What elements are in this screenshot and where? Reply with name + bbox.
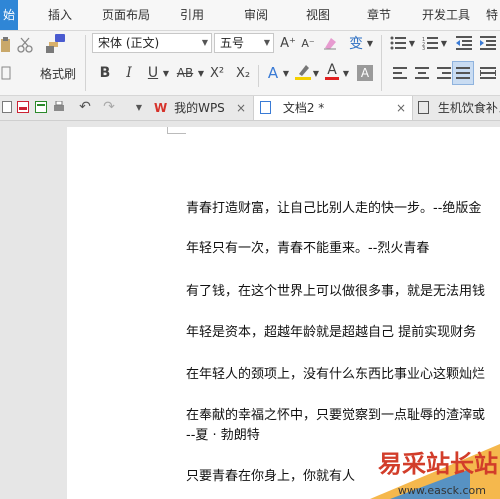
font-color-button[interactable]: A	[323, 61, 341, 81]
grow-font-button[interactable]: A⁺	[279, 33, 297, 53]
document-line[interactable]: 只要青春在你身上，你就有人	[186, 465, 355, 484]
chevron-down-icon[interactable]: ▼	[439, 33, 449, 53]
chevron-down-icon[interactable]: ▼	[161, 63, 171, 83]
wps-logo-icon: W	[154, 101, 168, 115]
font-name-select[interactable]: 宋体 (正文) ▼	[92, 33, 212, 53]
copy-icon[interactable]	[0, 65, 12, 81]
font-color-bar	[325, 76, 339, 80]
new-document-icon[interactable]	[0, 100, 14, 114]
phonetic-guide-button[interactable]: 变	[348, 33, 364, 53]
document-line[interactable]: 在年轻人的颈项上，没有什么东西比事业心这颗灿烂	[186, 363, 485, 382]
document-line[interactable]: 年轻是资本，超越年龄就是超越自己 提前实现财务	[186, 321, 476, 340]
tab-document-2[interactable]: 文档2 * ×	[253, 96, 413, 120]
numbered-list-icon[interactable]: 123	[420, 33, 440, 53]
shrink-font-button[interactable]: A⁻	[299, 33, 317, 53]
italic-button[interactable]: I	[120, 63, 138, 83]
open-pdf-icon[interactable]	[16, 100, 30, 114]
align-right-icon[interactable]	[434, 63, 454, 83]
tab-section[interactable]: 章节	[357, 0, 401, 30]
chevron-down-icon: ▼	[201, 38, 208, 47]
tab-page-layout[interactable]: 页面布局	[96, 0, 156, 30]
character-shading-button[interactable]: A	[356, 63, 374, 83]
document-icon	[418, 101, 429, 114]
paste-icon[interactable]	[0, 35, 12, 55]
undo-icon[interactable]: ↶	[78, 99, 92, 115]
print-preview-icon[interactable]	[34, 100, 48, 114]
bold-button[interactable]: B	[96, 63, 114, 83]
tab-document-3-label: 生机饮食补え	[437, 101, 500, 115]
tab-start[interactable]: 始	[0, 0, 18, 30]
document-tab-strip: ↶ ↷ ▼ W 我的WPS × 文档2 * × 生机饮食补え	[0, 96, 500, 121]
format-painter-label[interactable]: 格式刷	[40, 65, 76, 82]
chevron-down-icon[interactable]: ▼	[196, 63, 206, 83]
increase-indent-icon[interactable]	[478, 33, 498, 53]
chevron-down-icon[interactable]: ▼	[281, 63, 291, 83]
separator	[258, 65, 259, 87]
document-line[interactable]: 青春打造财富，让自己比别人走的快一步。--绝版金	[186, 197, 481, 216]
chevron-down-icon: ▼	[263, 38, 270, 47]
font-color-glyph: A	[327, 61, 337, 78]
separator	[381, 35, 382, 91]
svg-text:3: 3	[422, 46, 425, 50]
strikethrough-button[interactable]: AB	[174, 63, 196, 83]
watermark-title: 易采站长站	[378, 449, 498, 478]
font-size-value: 五号	[220, 36, 245, 50]
tab-developer[interactable]: 开发工具	[416, 0, 476, 30]
close-icon[interactable]: ×	[236, 96, 246, 120]
decrease-indent-icon[interactable]	[454, 33, 474, 53]
tab-special[interactable]: 特	[484, 0, 500, 30]
chevron-down-icon[interactable]: ▼	[365, 33, 375, 53]
ribbon-toolbar: 格式刷 宋体 (正文) ▼ 五号 ▼ A⁺ A⁻ 变 ▼ B I U ▼ AB …	[0, 31, 500, 96]
tab-document-3[interactable]: 生机饮食补え	[416, 96, 500, 120]
tab-references[interactable]: 引用	[170, 0, 214, 30]
separator	[85, 35, 86, 91]
align-center-icon[interactable]	[412, 63, 432, 83]
chevron-down-icon[interactable]: ▼	[311, 63, 321, 83]
document-line[interactable]: 年轻只有一次，青春不能重来。--烈火青春	[186, 237, 429, 256]
redo-icon[interactable]: ↷	[102, 99, 116, 115]
document-line[interactable]: --夏 · 勃朗特	[186, 424, 260, 443]
underline-button[interactable]: U	[144, 63, 162, 83]
text-effect-button[interactable]: A	[264, 63, 282, 83]
tab-my-wps-label: 我的WPS	[174, 101, 225, 115]
margin-corner-mark	[167, 127, 186, 134]
subscript-button[interactable]: X₂	[232, 63, 254, 83]
chevron-down-icon[interactable]: ▼	[132, 100, 146, 114]
watermark-url: www.easck.com	[397, 484, 486, 497]
distributed-align-icon[interactable]	[478, 63, 498, 83]
print-icon[interactable]	[52, 100, 66, 114]
document-line[interactable]: 在奉献的幸福之怀中，只要觉察到一点耻辱的渣滓或	[186, 404, 485, 423]
tab-insert[interactable]: 插入	[38, 0, 82, 30]
cut-icon[interactable]	[16, 35, 34, 55]
site-watermark: 易采站长站 www.easck.com	[350, 439, 500, 499]
bullet-list-icon[interactable]	[388, 33, 408, 53]
tab-view[interactable]: 视图	[296, 0, 340, 30]
justify-icon[interactable]	[452, 61, 474, 85]
document-line[interactable]: 有了钱，在这个世界上可以做很多事，就是无法用钱	[186, 280, 485, 299]
clear-format-icon[interactable]	[320, 33, 340, 53]
superscript-button[interactable]: X²	[206, 63, 228, 83]
document-icon	[260, 101, 271, 114]
chevron-down-icon[interactable]: ▼	[407, 33, 417, 53]
chevron-down-icon[interactable]: ▼	[341, 63, 351, 83]
close-icon[interactable]: ×	[396, 96, 406, 120]
menu-bar: 始 插入 页面布局 引用 审阅 视图 章节 开发工具 特	[0, 0, 500, 31]
tab-review[interactable]: 审阅	[234, 0, 278, 30]
highlight-button[interactable]	[294, 61, 312, 81]
font-size-select[interactable]: 五号 ▼	[214, 33, 274, 53]
align-left-icon[interactable]	[390, 63, 410, 83]
tab-my-wps[interactable]: W 我的WPS ×	[152, 96, 252, 120]
format-painter-icon[interactable]	[44, 33, 68, 55]
font-name-value: 宋体 (正文)	[98, 36, 160, 50]
character-shading-glyph: A	[357, 65, 373, 81]
tab-document-2-label: 文档2 *	[282, 101, 325, 115]
